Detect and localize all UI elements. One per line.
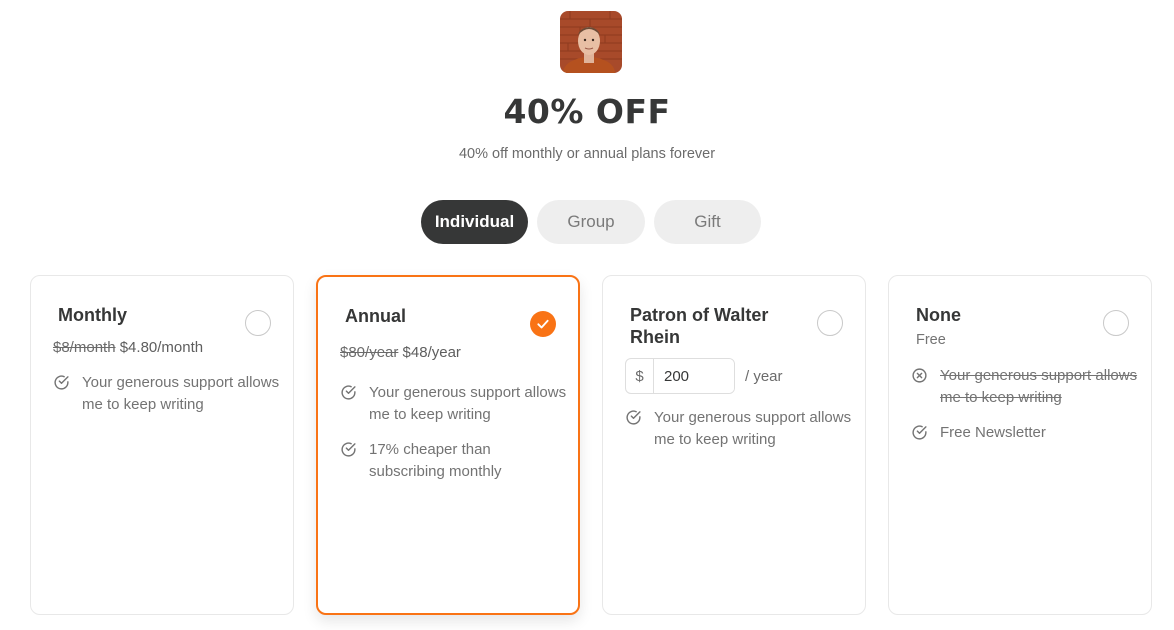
plan-feature: 17% cheaper than subscribing monthly <box>340 439 570 483</box>
amount-field: $ <box>625 358 735 394</box>
feature-text: Your generous support allows me to keep … <box>82 374 280 413</box>
feature-text: 17% cheaper than subscribing monthly <box>369 441 502 480</box>
plan-price-free: Free <box>916 332 946 348</box>
check-circle-icon <box>54 375 69 390</box>
plan-price: $80/year $48/year <box>340 344 461 361</box>
check-circle-icon <box>626 410 641 425</box>
patron-amount: $ / year <box>625 358 783 394</box>
plan-card-patron[interactable]: Patron of Walter Rhein $ / year Your gen… <box>602 275 866 615</box>
tab-group[interactable]: Group <box>537 200 645 244</box>
plan-radio-monthly[interactable] <box>245 310 271 336</box>
check-circle-icon <box>341 385 356 400</box>
plan-card-none[interactable]: None Free Your generous support allows m… <box>888 275 1152 615</box>
feature-text: Your generous support allows me to keep … <box>369 384 567 423</box>
author-avatar <box>560 11 622 73</box>
author-photo <box>560 11 622 73</box>
original-price: $8/month <box>53 339 116 356</box>
plan-card-monthly[interactable]: Monthly $8/month $4.80/month Your genero… <box>30 275 294 615</box>
check-circle-icon <box>912 425 927 440</box>
feature-text: Your generous support allows me to keep … <box>940 367 1138 406</box>
plan-title: Patron of Walter Rhein <box>630 305 769 347</box>
currency-symbol: $ <box>626 359 654 393</box>
patron-amount-input[interactable] <box>654 359 734 393</box>
plan-feature-excluded: Your generous support allows me to keep … <box>911 365 1141 409</box>
feature-text: Your generous support allows me to keep … <box>654 409 852 448</box>
plan-feature: Your generous support allows me to keep … <box>625 407 855 451</box>
plan-price: $8/month $4.80/month <box>53 339 203 356</box>
plan-radio-none[interactable] <box>1103 310 1129 336</box>
plan-radio-annual[interactable] <box>530 311 556 337</box>
plan-card-annual[interactable]: Annual $80/year $48/year Your generous s… <box>316 275 580 615</box>
discounted-price: $48/year <box>402 344 461 361</box>
tab-gift[interactable]: Gift <box>654 200 761 244</box>
discount-description: 40% off monthly or annual plans forever <box>458 146 716 162</box>
plan-title: Annual <box>345 306 406 326</box>
x-circle-icon <box>912 368 927 383</box>
plan-title: Monthly <box>58 305 127 325</box>
original-price: $80/year <box>340 344 399 361</box>
plan-radio-patron[interactable] <box>817 310 843 336</box>
amount-period: / year <box>745 367 783 385</box>
plan-feature: Free Newsletter <box>911 422 1141 444</box>
check-circle-icon <box>341 442 356 457</box>
checkmark-icon <box>537 319 549 329</box>
tab-individual[interactable]: Individual <box>421 200 528 244</box>
plan-title: None <box>916 305 961 325</box>
discounted-price: $4.80/month <box>119 339 204 356</box>
discount-headline: 40% OFF <box>503 92 671 131</box>
plan-type-tabs: Individual Group Gift <box>421 200 761 244</box>
plan-feature: Your generous support allows me to keep … <box>340 382 570 426</box>
plan-feature: Your generous support allows me to keep … <box>53 372 283 416</box>
feature-text: Free Newsletter <box>940 424 1046 441</box>
